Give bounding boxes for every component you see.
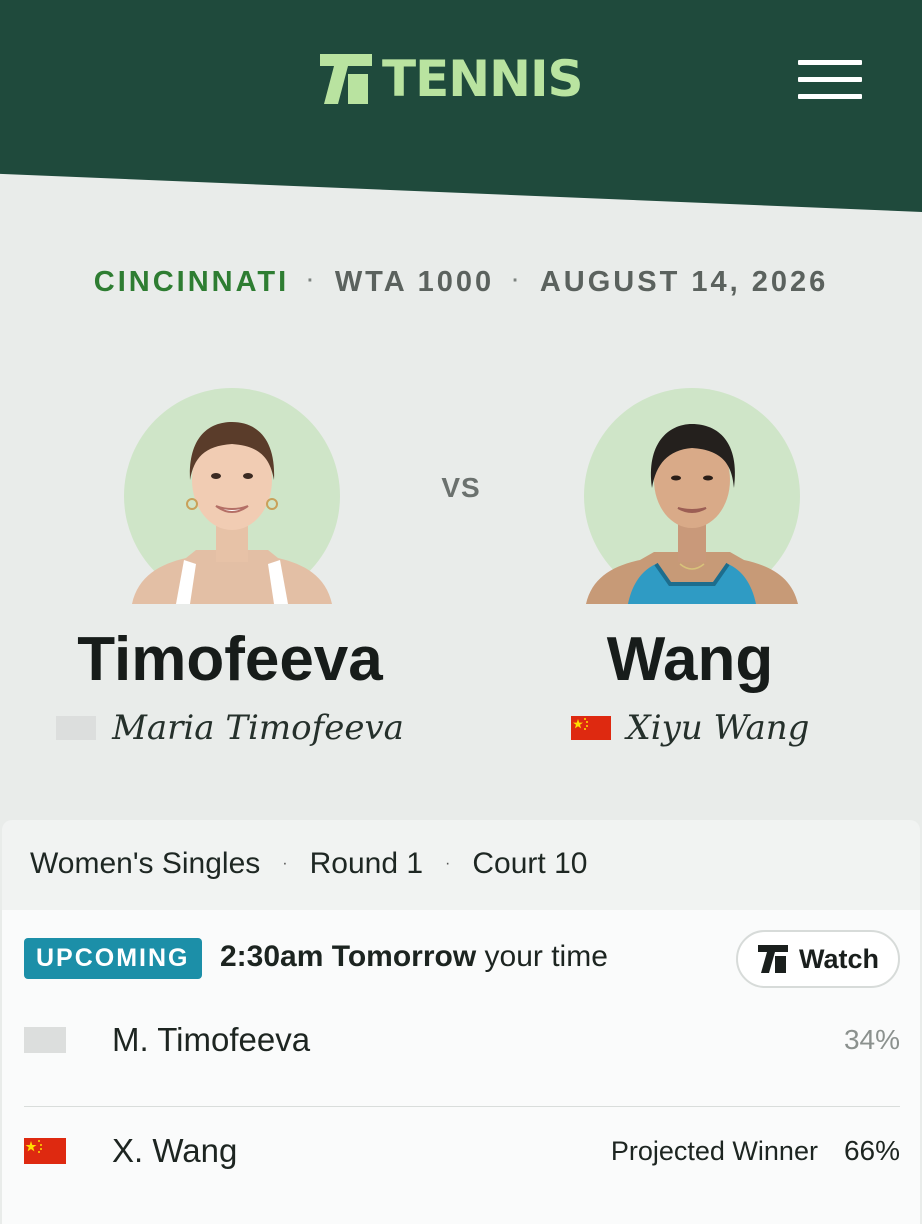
player-full-name[interactable]: Maria Timofeeva	[112, 708, 404, 748]
avatar	[584, 388, 800, 604]
projected-winner-label: Projected Winner	[610, 1135, 818, 1166]
player-card-timofeeva[interactable]: Timofeeva Maria Timofeeva	[0, 388, 460, 768]
separator: ·	[512, 270, 522, 292]
match-time-value: 2:30am Tomorrow	[220, 940, 477, 973]
separator: ·	[307, 270, 317, 292]
hamburger-menu-icon[interactable]	[798, 60, 862, 100]
player-surname: Timofeeva	[77, 625, 383, 694]
flag-icon	[56, 716, 97, 740]
player-row[interactable]: X. Wang Projected Winner 66%	[24, 1106, 900, 1196]
player-short-name: X. Wang	[112, 1132, 238, 1169]
match-card-body: UPCOMING 2:30am Tomorrow your time Watch…	[2, 910, 920, 1224]
watch-label: Watch	[799, 943, 879, 974]
date-label: AUGUST 14, 2026	[539, 266, 829, 298]
player-short-name: M. Timofeeva	[112, 1021, 311, 1058]
watch-button[interactable]: Watch	[736, 930, 900, 988]
match-card[interactable]: Women's Singles · Round 1 · Court 10 UPC…	[2, 820, 920, 1224]
player-fullname-row: Maria Timofeeva	[0, 708, 460, 748]
event-label: Women's Singles	[30, 847, 261, 880]
separator: ·	[445, 855, 451, 872]
flag-icon	[24, 1027, 66, 1053]
match-time-suffix: your time	[476, 940, 608, 973]
player-surname: Wang	[606, 625, 774, 694]
separator: ·	[282, 855, 288, 872]
round-label: Round 1	[309, 847, 424, 880]
china-flag-icon	[24, 1138, 66, 1164]
china-flag-icon	[570, 716, 611, 740]
player-photo	[586, 424, 798, 604]
match-meta: CINCINNATI · WTA 1000 · AUGUST 14, 2026	[0, 266, 922, 299]
tennis-logo-icon	[320, 54, 372, 104]
tennis-logo[interactable]: TENNIS	[318, 50, 584, 108]
player-card-wang[interactable]: Wang Xiyu Wang	[460, 388, 920, 768]
tennis-logo-icon	[758, 945, 788, 973]
court-label: Court 10	[472, 847, 588, 880]
logo-text: TENNIS	[382, 50, 584, 108]
tournament-label: WTA 1000	[334, 266, 495, 298]
win-probability: 34%	[843, 1024, 900, 1055]
match-time: 2:30am Tomorrow your time	[220, 940, 608, 974]
win-probability: 66%	[843, 1135, 900, 1166]
player-row[interactable]: M. Timofeeva 34%	[24, 995, 900, 1085]
city-label[interactable]: CINCINNATI	[94, 266, 289, 298]
player-fullname-row: Xiyu Wang	[460, 708, 920, 748]
status-badge: UPCOMING	[24, 938, 202, 979]
match-details: Women's Singles · Round 1 · Court 10	[30, 846, 587, 882]
player-full-name[interactable]: Xiyu Wang	[627, 708, 810, 748]
